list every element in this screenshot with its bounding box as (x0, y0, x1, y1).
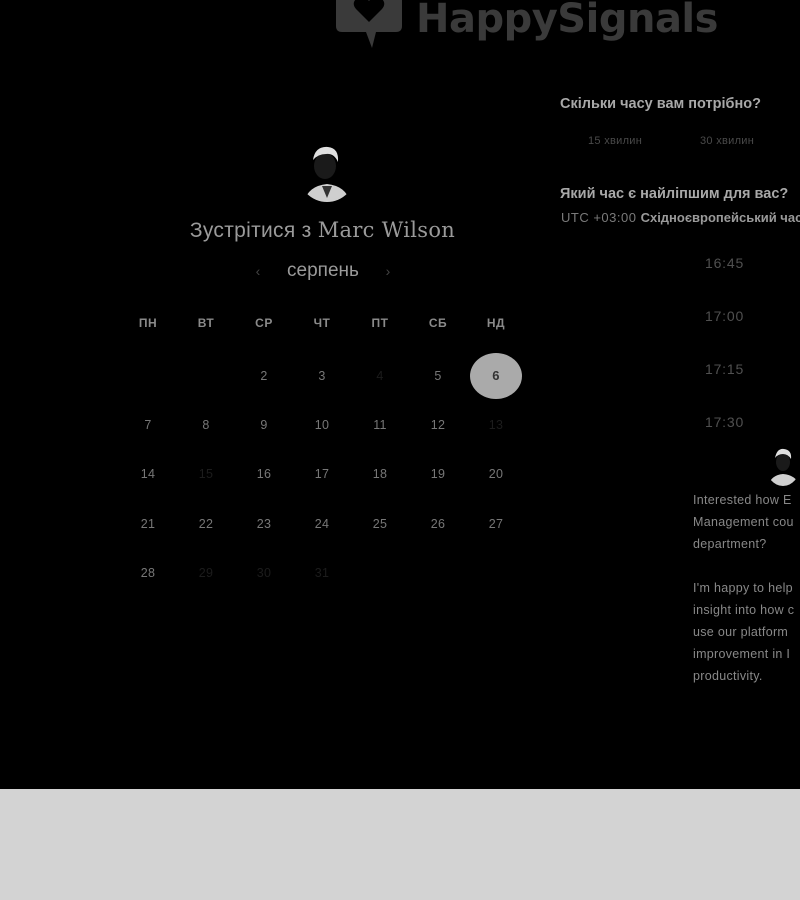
timezone-offset: UTC +03:00 (561, 210, 637, 225)
calendar-day[interactable]: 24 (293, 499, 351, 548)
time-slot[interactable]: 16:45 (705, 255, 744, 271)
calendar-day: 29 (198, 565, 214, 580)
organizer-name: Marc Wilson (317, 218, 456, 242)
calendar-day[interactable]: 14 (119, 450, 177, 499)
calendar-day: 15 (198, 467, 214, 482)
timezone-name: Східноєвропейський час (640, 210, 800, 225)
duration-question: Скільки часу вам потрібно? (560, 96, 761, 112)
timezone-selector[interactable]: UTC +03:00 Східноєвропейський час (561, 210, 800, 225)
weekday-label: ПТ (371, 316, 389, 330)
calendar-day[interactable]: 20 (467, 450, 525, 499)
bio-line: Management cou (693, 515, 794, 529)
weekday-label: ПН (138, 316, 158, 330)
bio-line: use our platform (693, 625, 789, 639)
calendar-day (119, 351, 177, 400)
page-footer-area (0, 789, 800, 900)
calendar-day[interactable]: 28 (119, 548, 177, 597)
heart-speech-bubble-icon (336, 0, 402, 48)
organizer-avatar-small (766, 446, 800, 486)
calendar-day (467, 548, 525, 597)
happysignals-logo[interactable]: HappySignals (332, 0, 718, 52)
calendar-day: 13 (488, 417, 504, 432)
calendar-day: 31 (314, 565, 330, 580)
calendar-day-selected[interactable]: 6 (467, 351, 525, 400)
calendar-day[interactable]: 5 (409, 351, 467, 400)
time-slot[interactable]: 17:30 (705, 414, 744, 430)
time-slot[interactable]: 17:00 (705, 308, 744, 324)
bio-line: insight into how c (693, 603, 795, 617)
weekday-label: СБ (428, 316, 448, 330)
meeting-title-prefix: Зустрітися з (189, 219, 312, 242)
bio-line: Interested how E (693, 493, 792, 507)
duration-option-30[interactable]: 30 хвилин (700, 135, 754, 147)
calendar-day[interactable]: 10 (293, 400, 351, 449)
calendar-grid: 2 3 4 5 6 7 8 9 10 11 12 13 14 15 16 17 18 19 20 21 22 23 24 25… (119, 351, 525, 597)
calendar-day[interactable]: 9 (235, 400, 293, 449)
calendar-day[interactable]: 12 (409, 400, 467, 449)
bio-line: department? (693, 537, 767, 551)
calendar-day[interactable]: 7 (119, 400, 177, 449)
calendar-day[interactable]: 3 (293, 351, 351, 400)
calendar-day[interactable]: 27 (467, 499, 525, 548)
duration-option-15[interactable]: 15 хвилин (588, 135, 642, 147)
calendar-day[interactable]: 22 (177, 499, 235, 548)
selected-day-number: 6 (470, 352, 522, 399)
month-navigation: ‹ серпень › (250, 260, 396, 282)
weekday-label: ВТ (197, 316, 215, 330)
bio-line: I'm happy to help (693, 581, 793, 595)
bio-line: improvement in I (693, 647, 791, 661)
calendar-day[interactable]: 21 (119, 499, 177, 548)
organizer-avatar (298, 142, 356, 202)
chevron-right-icon[interactable]: › (380, 263, 396, 279)
weekday-label: СР (255, 316, 273, 330)
time-slot[interactable]: 17:15 (705, 361, 744, 377)
time-question: Який час є найліпшим для вас? (560, 186, 789, 202)
calendar-day: 4 (376, 368, 384, 383)
calendar-day[interactable]: 25 (351, 499, 409, 548)
weekday-label: ЧТ (313, 316, 331, 330)
weekday-header: ПН ВТ СР ЧТ ПТ СБ НД (119, 316, 525, 330)
calendar-day[interactable]: 16 (235, 450, 293, 499)
calendar-day[interactable]: 17 (293, 450, 351, 499)
calendar-day[interactable]: 8 (177, 400, 235, 449)
calendar-day: 30 (256, 565, 272, 580)
calendar-day[interactable]: 26 (409, 499, 467, 548)
calendar-day[interactable]: 19 (409, 450, 467, 499)
meeting-title: Зустрітися з Marc Wilson (0, 218, 645, 243)
month-label: серпень (287, 260, 359, 281)
calendar-day[interactable]: 18 (351, 450, 409, 499)
calendar-day[interactable]: 23 (235, 499, 293, 548)
bio-line: productivity. (693, 669, 763, 683)
weekday-label: НД (486, 316, 506, 330)
calendar-day (177, 351, 235, 400)
calendar-day (409, 548, 467, 597)
calendar-day (351, 548, 409, 597)
calendar-day[interactable]: 2 (235, 351, 293, 400)
calendar-day[interactable]: 11 (351, 400, 409, 449)
brand-name: HappySignals (416, 0, 718, 42)
chevron-left-icon[interactable]: ‹ (250, 263, 266, 279)
